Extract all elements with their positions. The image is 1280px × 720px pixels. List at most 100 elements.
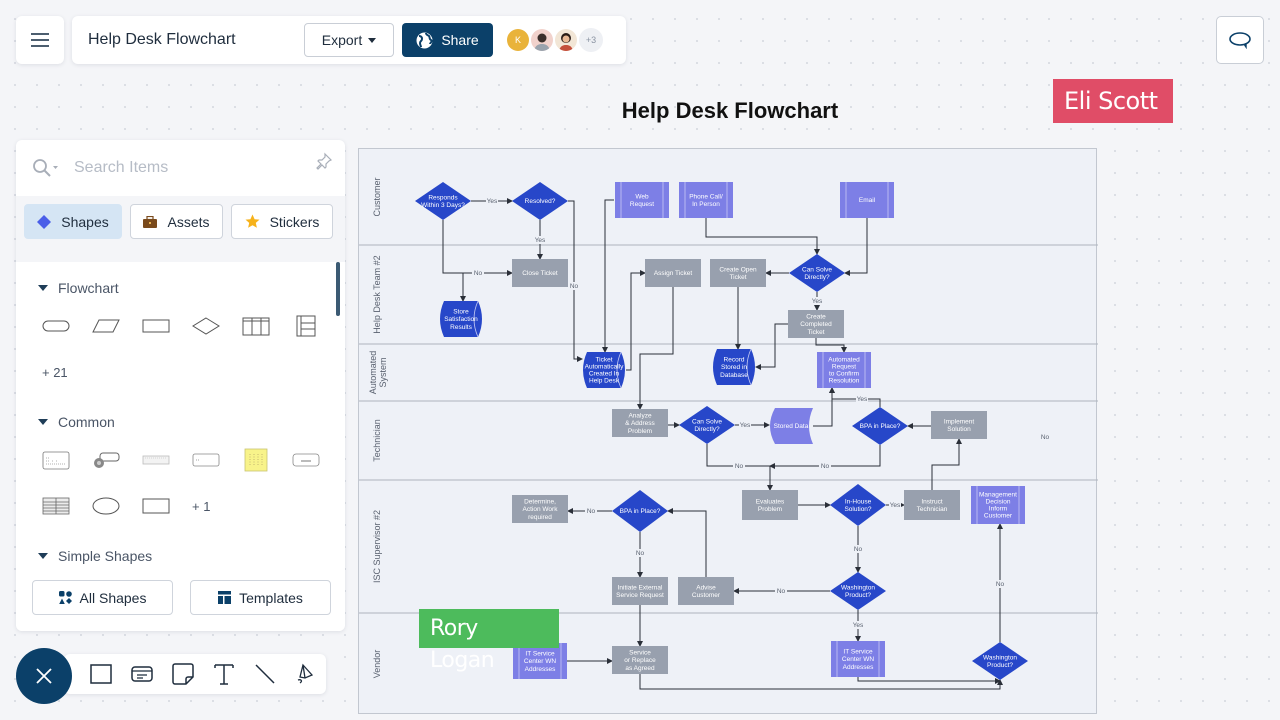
data-shape-icon[interactable] xyxy=(92,312,120,340)
flow-node-can-solve-2[interactable]: Can SolveDirectly? xyxy=(679,406,735,444)
tab-assets[interactable]: Assets xyxy=(130,204,223,239)
flow-node-close-ticket[interactable]: Close Ticket xyxy=(512,259,568,287)
line-tool[interactable] xyxy=(254,663,276,685)
table-shape-icon[interactable] xyxy=(42,492,70,520)
flow-node-service-replace[interactable]: Serviceor Replaceas Agreed xyxy=(612,646,668,674)
flow-node-management[interactable]: ManagementDecisionInformCustomer xyxy=(971,486,1025,524)
panel-scrollbar[interactable] xyxy=(336,262,340,316)
button-shape-icon[interactable] xyxy=(292,446,320,474)
grid-shapes-icon xyxy=(58,591,72,604)
node-label: Results xyxy=(450,324,472,331)
lane-label[interactable]: Customer xyxy=(372,177,382,216)
flow-node-automated-request[interactable]: AutomatedRequestto ConfirmResolution xyxy=(817,352,871,388)
section-common[interactable]: Common xyxy=(38,414,325,430)
collapse-triangle-icon xyxy=(38,419,48,425)
flow-node-create-open-ticket[interactable]: Create OpenTicket xyxy=(710,259,766,287)
rectangle-tool[interactable] xyxy=(90,663,112,685)
flow-node-create-completed[interactable]: CreateCompletedTicket xyxy=(788,310,844,338)
panel-footer-buttons: All Shapes Templates xyxy=(32,580,331,615)
lane-label[interactable]: AutomatedSystem xyxy=(368,351,388,395)
card-tool[interactable] xyxy=(131,663,153,685)
node-label: Instruct xyxy=(921,498,943,505)
node-label: BPA in Place? xyxy=(860,423,901,430)
edge-label-yes: Yes xyxy=(890,502,901,509)
flow-node-bpa-1[interactable]: BPA in Place? xyxy=(852,407,908,445)
node-label: Technician xyxy=(917,506,948,513)
more-common-shapes[interactable]: + 1 xyxy=(192,499,210,514)
flow-node-implement[interactable]: ImplementSolution xyxy=(931,411,987,439)
flow-node-resolved[interactable]: Resolved? xyxy=(512,182,568,220)
process-shape-icon[interactable] xyxy=(142,312,170,340)
text-tool[interactable] xyxy=(213,663,235,685)
rectangle-shape-icon[interactable] xyxy=(142,492,170,520)
horizontal-swimlane-shape-icon[interactable] xyxy=(292,312,320,340)
section-flowchart[interactable]: Flowchart xyxy=(38,280,325,296)
flow-node-ticket-auto[interactable]: TicketAutomaticallyCreated InHelp Desk xyxy=(583,351,625,389)
sticky-note-tool[interactable] xyxy=(172,663,194,685)
ellipse-shape-icon[interactable] xyxy=(92,492,120,520)
flow-node-it-service-2[interactable]: IT ServiceCenter WNAddresses xyxy=(831,641,885,677)
flow-node-in-house[interactable]: In-HouseSolution? xyxy=(830,484,886,526)
pen-tool[interactable] xyxy=(295,663,317,685)
search-icon[interactable] xyxy=(32,158,60,178)
tab-shapes[interactable]: Shapes xyxy=(24,204,122,239)
all-shapes-button[interactable]: All Shapes xyxy=(32,580,173,615)
more-flowchart-shapes[interactable]: + 21 xyxy=(42,365,68,380)
lane-label[interactable]: Help Desk Team #2 xyxy=(372,255,382,333)
node-label: Ticket xyxy=(595,357,612,364)
text-card-shape-icon[interactable] xyxy=(42,446,70,474)
flow-node-phone-call[interactable]: Phone Call/In Person xyxy=(679,182,733,218)
lane-label[interactable]: Vendor xyxy=(372,650,382,679)
flow-node-determine[interactable]: Determine,Action Workrequired xyxy=(512,495,568,523)
flow-node-washington-2[interactable]: WashingtonProduct? xyxy=(972,642,1028,680)
flow-node-can-solve-1[interactable]: Can SolveDirectly? xyxy=(789,254,845,292)
decision-shape-icon[interactable] xyxy=(192,312,220,340)
flow-node-responds[interactable]: RespondsWithin 3 Days? xyxy=(415,182,471,220)
canvas-title[interactable]: Help Desk Flowchart xyxy=(580,98,880,124)
node-label: Initiate External xyxy=(618,584,663,591)
avatar[interactable] xyxy=(555,29,577,51)
export-button[interactable]: Export xyxy=(304,23,394,57)
node-label: Close Ticket xyxy=(522,270,558,277)
node-label: Phone Call/ xyxy=(689,193,723,200)
edge-label-no: No xyxy=(474,270,483,277)
avatar[interactable]: K xyxy=(507,29,529,51)
document-title[interactable]: Help Desk Flowchart xyxy=(88,31,304,49)
templates-button[interactable]: Templates xyxy=(190,580,331,615)
flow-node-advise[interactable]: AdviseCustomer xyxy=(678,577,734,605)
ruler-shape-icon[interactable] xyxy=(142,446,170,474)
close-toolbar-button[interactable] xyxy=(16,648,72,704)
menu-button[interactable] xyxy=(16,16,64,64)
flow-node-email[interactable]: Email xyxy=(840,182,894,218)
collaborator-avatars[interactable]: K +3 xyxy=(507,28,603,52)
flow-node-stored-data[interactable]: Stored Data xyxy=(770,408,813,444)
search-input[interactable] xyxy=(74,159,294,177)
more-collaborators[interactable]: +3 xyxy=(579,28,603,52)
section-simple-shapes[interactable]: Simple Shapes xyxy=(38,548,325,564)
flow-node-store-satisfaction[interactable]: StoreSatisfactionResults xyxy=(440,300,482,338)
flow-node-evaluates[interactable]: EvaluatesProblem xyxy=(742,490,798,520)
sticky-note-shape-icon[interactable] xyxy=(242,446,270,474)
lane-label[interactable]: ISC Supervisor #2 xyxy=(372,510,382,583)
flow-node-instruct[interactable]: InstructTechnician xyxy=(904,490,960,520)
vertical-swimlane-shape-icon[interactable] xyxy=(242,312,270,340)
callout-shape-icon[interactable] xyxy=(92,446,120,474)
pin-icon[interactable] xyxy=(315,152,333,170)
flow-node-web-request[interactable]: WebRequest xyxy=(615,182,669,218)
tab-stickers[interactable]: Stickers xyxy=(231,204,333,239)
lane-label-line: Technician xyxy=(372,419,382,462)
flow-node-analyze[interactable]: Analyze& AddressProblem xyxy=(612,409,668,437)
node-label: Created In xyxy=(589,371,620,378)
comments-button[interactable] xyxy=(1216,16,1264,64)
share-button[interactable]: Share xyxy=(402,23,493,57)
label-shape-icon[interactable] xyxy=(192,446,220,474)
lane-label[interactable]: Technician xyxy=(372,419,382,462)
flow-node-initiate[interactable]: Initiate ExternalService Request xyxy=(612,577,668,605)
terminator-shape-icon[interactable] xyxy=(42,312,70,340)
flow-node-record-stored[interactable]: RecordStored inDatabase xyxy=(713,348,755,386)
flow-node-bpa-2[interactable]: BPA in Place? xyxy=(612,490,668,532)
flow-node-it-service-1[interactable]: IT ServiceCenter WNAddresses xyxy=(513,643,567,679)
flow-node-assign-ticket[interactable]: Assign Ticket xyxy=(645,259,701,287)
avatar[interactable] xyxy=(531,29,553,51)
flow-node-washington-1[interactable]: WashingtonProduct? xyxy=(830,572,886,610)
